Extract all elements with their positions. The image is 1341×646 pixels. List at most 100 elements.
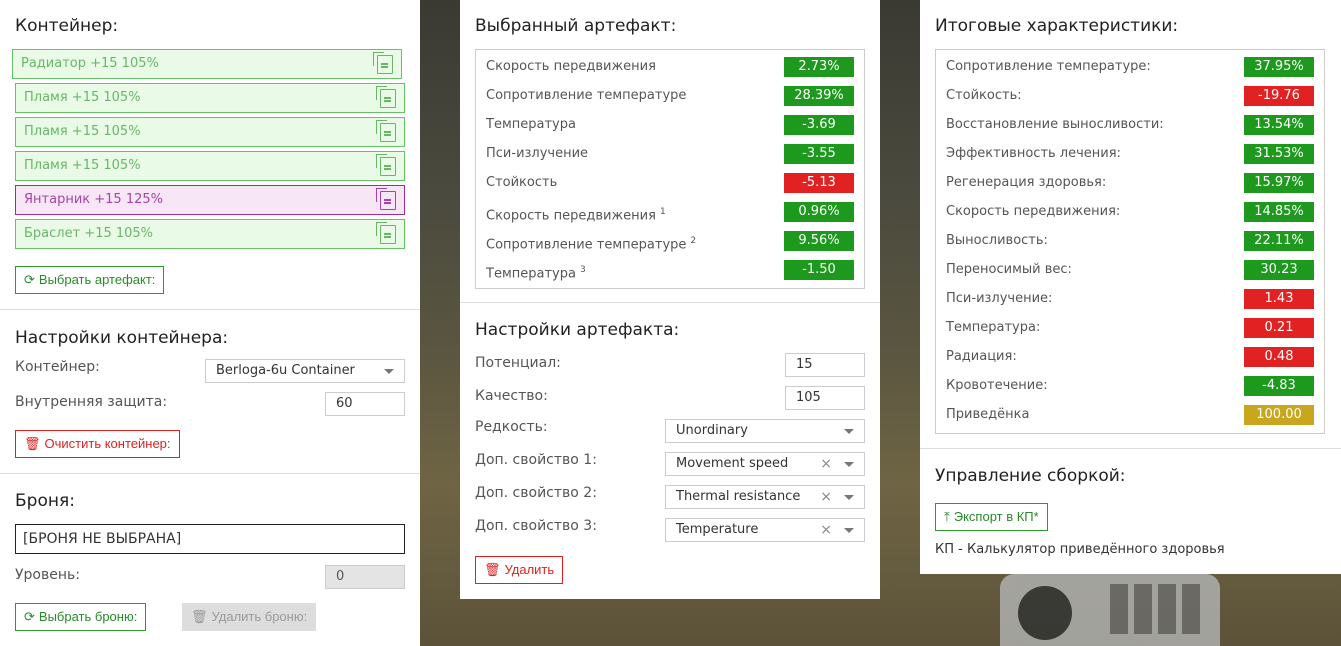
copy-icon[interactable] xyxy=(376,188,396,210)
select-armor-button[interactable]: ⟳ Выбрать броню: xyxy=(15,603,147,631)
inner-protection-label: Внутренняя защита: xyxy=(15,394,168,410)
stat-name: Восстановление выносливости: xyxy=(946,117,1164,132)
select-value: Thermal resistance xyxy=(676,489,801,504)
stat-name: Приведёнка xyxy=(946,407,1030,422)
slot-label: Пламя +15 105% xyxy=(24,158,141,173)
stat-name: Сопротивление температуре xyxy=(486,237,687,253)
stat-value: 14.85% xyxy=(1244,202,1314,222)
button-label: Экспорт в КП* xyxy=(953,509,1039,524)
selected-artifact-stats: Скорость передвижения 2.73% Сопротивление … xyxy=(475,49,865,289)
container-select[interactable]: Berloga-6u Container xyxy=(205,359,405,383)
copy-icon[interactable] xyxy=(376,154,396,176)
totals-title: Итоговые характеристики: xyxy=(935,16,1179,36)
divider xyxy=(0,473,420,474)
armor-title: Броня: xyxy=(15,491,75,511)
copy-icon[interactable] xyxy=(376,86,396,108)
potential-label: Потенциал: xyxy=(475,355,561,371)
selected-artifact-title: Выбранный артефакт: xyxy=(475,16,677,36)
stat-value: 37.95% xyxy=(1244,57,1314,77)
stat-value: -3.55 xyxy=(784,144,854,164)
delete-artifact-button[interactable]: 🗑 Удалить xyxy=(475,556,564,584)
close-icon[interactable]: × xyxy=(820,519,832,541)
rarity-label: Редкость: xyxy=(475,419,548,435)
level-label: Уровень: xyxy=(15,567,80,583)
stat-footnote-marker: 2 xyxy=(690,236,697,246)
inner-protection-input[interactable]: 60 xyxy=(325,392,405,416)
stat-name: Выносливость: xyxy=(946,233,1048,248)
build-title: Управление сборкой: xyxy=(935,466,1126,486)
select-artifact-button[interactable]: ⟳ Выбрать артефакт: xyxy=(15,266,165,294)
copy-icon[interactable] xyxy=(376,222,396,244)
stat-row: Пси-излучение -3.55 xyxy=(486,143,854,165)
stat-name: Температура xyxy=(486,117,576,132)
device-dial xyxy=(1018,586,1072,640)
stat-value: 2.73% xyxy=(784,57,854,77)
stat-name: Сопротивление температуре: xyxy=(946,59,1151,74)
slot-label: Янтарник +15 125% xyxy=(24,192,163,207)
extra3-select[interactable]: Temperature × xyxy=(665,518,865,542)
copy-icon[interactable] xyxy=(373,52,393,74)
stat-value: 0.96% xyxy=(784,202,854,222)
stat-row: Пси-излучение: 1.43 xyxy=(946,288,1314,310)
button-label: Очистить контейнер: xyxy=(44,436,171,451)
extra2-select[interactable]: Thermal resistance × xyxy=(665,485,865,509)
quality-label: Качество: xyxy=(475,388,548,404)
potential-input[interactable]: 15 xyxy=(785,353,865,377)
stat-name: Скорость передвижения: xyxy=(946,204,1121,219)
chevron-down-icon xyxy=(384,369,394,374)
container-slot-4[interactable]: Пламя +15 105% xyxy=(15,151,405,181)
stat-name: Эффективность лечения: xyxy=(946,146,1121,161)
divider xyxy=(460,302,880,303)
extra3-label: Доп. свойство 3: xyxy=(475,518,597,534)
middle-panel: Выбранный артефакт: Скорость передвижени… xyxy=(460,0,880,599)
refresh-icon: ⟳ xyxy=(24,272,35,287)
stat-value: 15.97% xyxy=(1244,173,1314,193)
container-settings-title: Настройки контейнера: xyxy=(15,328,229,348)
stat-value: 30.23 xyxy=(1244,260,1314,280)
background-device xyxy=(1000,574,1220,646)
container-slot-6[interactable]: Браслет +15 105% xyxy=(15,219,405,249)
stat-footnote-marker: 1 xyxy=(659,207,666,217)
stat-value: 28.39% xyxy=(784,86,854,106)
copy-icon[interactable] xyxy=(376,120,396,142)
button-label: Удалить броню: xyxy=(211,609,308,624)
stat-row: Кровотечение: -4.83 xyxy=(946,375,1314,397)
stat-footnote-marker: 3 xyxy=(579,265,586,275)
export-button[interactable]: ⤒ Экспорт в КП* xyxy=(935,503,1048,531)
stat-row: Температура: 0.21 xyxy=(946,317,1314,339)
button-label: Выбрать броню: xyxy=(38,609,138,624)
stat-row: Сопротивление температуре 28.39% xyxy=(486,85,854,107)
left-panel: Контейнер: Радиатор +15 105% Пламя +15 1… xyxy=(0,0,420,646)
refresh-icon: ⟳ xyxy=(24,609,35,624)
footnote: КП - Калькулятор приведённого здоровья xyxy=(935,542,1225,557)
slot-label: Радиатор +15 105% xyxy=(21,56,159,71)
armor-field[interactable]: [БРОНЯ НЕ ВЫБРАНА] xyxy=(15,524,405,554)
slot-label: Пламя +15 105% xyxy=(24,124,141,139)
stat-value: 22.11% xyxy=(1244,231,1314,251)
clear-container-button[interactable]: 🗑 Очистить контейнер: xyxy=(15,430,180,458)
chevron-down-icon xyxy=(844,429,854,434)
container-slot-5[interactable]: Янтарник +15 125% xyxy=(15,185,405,215)
stat-value: 13.54% xyxy=(1244,115,1314,135)
container-label: Контейнер: xyxy=(15,359,100,375)
container-slot-1[interactable]: Радиатор +15 105% xyxy=(12,49,402,79)
rarity-select[interactable]: Unordinary xyxy=(665,419,865,443)
quality-input[interactable]: 105 xyxy=(785,386,865,410)
slot-label: Пламя +15 105% xyxy=(24,90,141,105)
trash-icon: 🗑 xyxy=(24,436,41,451)
extra2-label: Доп. свойство 2: xyxy=(475,485,597,501)
stat-row: Скорость передвижения 2.73% xyxy=(486,56,854,78)
container-slot-2[interactable]: Пламя +15 105% xyxy=(15,83,405,113)
artifact-settings-title: Настройки артефакта: xyxy=(475,320,680,340)
stat-name: Сопротивление температуре xyxy=(486,88,687,103)
stat-value: -1.50 xyxy=(784,260,854,280)
stat-name: Кровотечение: xyxy=(946,378,1048,393)
stat-value: 100.00 xyxy=(1244,405,1314,425)
button-label: Выбрать артефакт: xyxy=(38,272,156,287)
extra1-select[interactable]: Movement speed × xyxy=(665,452,865,476)
select-value: Unordinary xyxy=(676,423,748,438)
close-icon[interactable]: × xyxy=(820,453,832,475)
container-slot-3[interactable]: Пламя +15 105% xyxy=(15,117,405,147)
close-icon[interactable]: × xyxy=(820,486,832,508)
stat-value: 9.56% xyxy=(784,231,854,251)
